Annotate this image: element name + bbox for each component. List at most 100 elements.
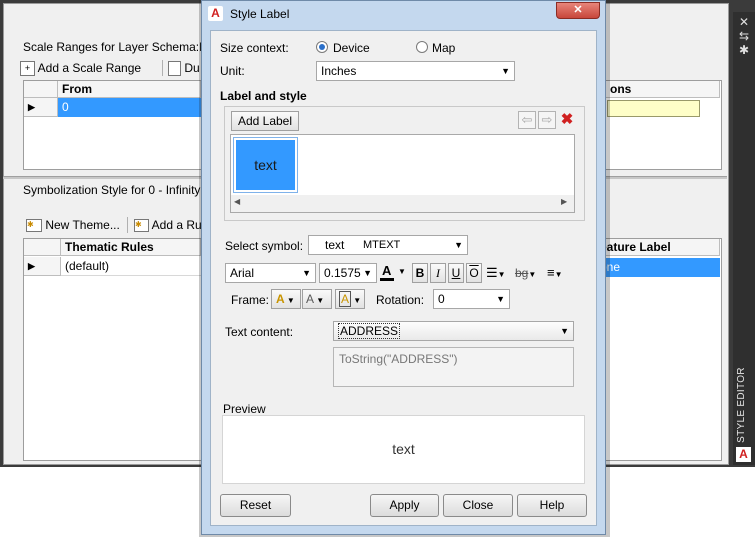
chevron-down-icon: ▼ <box>497 270 506 279</box>
align-button[interactable]: ☰▼ <box>486 263 512 283</box>
scroll-left-icon[interactable]: ◀ <box>234 197 240 206</box>
duplicate-label: Du <box>184 61 200 75</box>
italic-button[interactable]: I <box>430 263 446 283</box>
map-radio-label[interactable]: Map <box>432 41 455 55</box>
preview-area: text <box>222 415 585 484</box>
sidebar-close-icon[interactable]: ✕ <box>733 15 755 29</box>
scroll-right-icon[interactable]: ▶ <box>561 197 567 206</box>
text-content-label: Text content: <box>225 325 294 339</box>
device-radio-label[interactable]: Device <box>333 41 370 55</box>
duplicate-button[interactable]: Du <box>168 58 200 78</box>
text-color-swatch <box>380 278 394 281</box>
chevron-down-icon: ▼ <box>302 268 311 278</box>
font-size-select[interactable]: 0.1575 ▼ <box>319 263 377 283</box>
preview-label: Preview <box>223 402 266 416</box>
frame-border-icon: A <box>339 291 352 307</box>
add-rule-icon: ✱ <box>134 219 149 233</box>
add-label-button[interactable]: Add Label <box>231 111 299 131</box>
apply-button[interactable]: Apply <box>370 494 439 517</box>
dialog-close-button[interactable]: ✕ <box>556 2 600 19</box>
chevron-down-icon: ▼ <box>501 66 510 76</box>
col-from-header[interactable]: From <box>58 81 201 98</box>
chevron-down-icon: ▼ <box>560 326 569 336</box>
chevron-down-icon: ▼ <box>398 267 406 276</box>
rotation-select[interactable]: 0 ▼ <box>433 289 510 309</box>
new-theme-label: New Theme... <box>45 218 120 232</box>
sidebar-title: STYLE EDITOR <box>736 367 747 443</box>
rules-row-header-corner <box>24 239 61 256</box>
chevron-down-icon: ▼ <box>496 294 505 304</box>
frame-halo-icon: A <box>306 292 315 306</box>
frame-border-button[interactable]: A ▼ <box>335 289 365 309</box>
chevron-down-icon: ▼ <box>363 268 372 278</box>
label-and-style-title: Label and style <box>220 89 307 103</box>
table-row-default-rule[interactable]: (default) <box>61 257 201 276</box>
app-logo-icon[interactable]: A <box>208 6 223 21</box>
scale-ranges-title: Scale Ranges for Layer Schema:Pa <box>23 40 214 54</box>
table-row-from-value[interactable]: 0 <box>58 98 201 117</box>
toolbar-separator-2 <box>127 217 128 233</box>
toolbar-separator <box>162 60 163 76</box>
row-selector-arrow[interactable]: ▶ <box>24 98 58 117</box>
options-cell[interactable] <box>607 100 700 117</box>
sidebar-autohide-icon[interactable]: ⇆ <box>733 29 755 43</box>
frame-label: Frame: <box>231 293 270 307</box>
add-scale-range-icon: + <box>20 61 35 77</box>
symbol-select[interactable]: text MTEXT ▼ <box>308 235 468 255</box>
rotation-label: Rotation: <box>376 293 425 307</box>
duplicate-icon <box>168 61 181 77</box>
unit-label: Unit: <box>220 64 245 78</box>
symbolization-title: Symbolization Style for 0 - Infinity <box>23 183 201 197</box>
delete-label-icon[interactable]: ✖ <box>558 111 576 129</box>
chevron-down-icon: ▼ <box>454 240 463 250</box>
expression-field[interactable]: ToString("ADDRESS") <box>333 347 574 387</box>
text-color-button[interactable]: A ▼ <box>380 263 408 283</box>
symbol-type: MTEXT <box>363 239 401 251</box>
rotation-value: 0 <box>438 292 445 306</box>
line-spacing-button[interactable]: ≡▼ <box>547 263 573 283</box>
chevron-down-icon: ▼ <box>528 270 537 279</box>
font-select[interactable]: Arial ▼ <box>225 263 316 283</box>
feature-label-cell[interactable]: one <box>596 258 720 277</box>
line-spacing-icon: ≡ <box>547 265 555 280</box>
text-color-icon: A <box>382 263 392 278</box>
add-rule-label: Add a Ru <box>151 218 202 232</box>
help-button[interactable]: Help <box>517 494 587 517</box>
row-header-corner <box>24 81 58 98</box>
close-icon: ✕ <box>573 4 583 16</box>
frame-halo-button[interactable]: A ▼ <box>302 289 332 309</box>
map-radio[interactable] <box>416 41 428 53</box>
chevron-down-icon: ▼ <box>284 296 295 305</box>
col-options-header[interactable]: ons <box>606 81 720 98</box>
close-button[interactable]: Close <box>443 494 513 517</box>
new-theme-button[interactable]: ✱ New Theme... <box>26 215 120 235</box>
underline-button[interactable]: U <box>448 263 464 283</box>
align-icon: ☰ <box>486 265 498 280</box>
chevron-down-icon: ▼ <box>554 270 563 279</box>
col-thematic-rules-header[interactable]: Thematic Rules <box>61 239 201 256</box>
new-theme-icon: ✱ <box>26 219 42 233</box>
label-list-hscrollbar[interactable] <box>231 195 574 212</box>
add-scale-range-button[interactable]: + Add a Scale Range <box>20 58 141 78</box>
move-right-icon[interactable]: ⇨ <box>538 111 556 129</box>
add-rule-button[interactable]: ✱ Add a Ru <box>134 215 202 235</box>
size-context-label: Size context: <box>220 41 289 55</box>
frame-text-color-button[interactable]: A ▼ <box>271 289 301 309</box>
label-tile[interactable]: text <box>236 140 295 190</box>
autocad-logo-icon[interactable]: A <box>736 447 751 462</box>
device-radio[interactable] <box>316 41 328 53</box>
background-color-button[interactable]: bg▼ <box>515 263 545 283</box>
background-color-icon: bg <box>515 266 529 280</box>
sidebar-settings-icon[interactable]: ✱ <box>733 43 755 57</box>
col-feature-label-header[interactable]: eature Label <box>596 239 720 256</box>
reset-button[interactable]: Reset <box>220 494 291 517</box>
symbol-preview: text <box>325 238 345 252</box>
bold-button[interactable]: B <box>412 263 428 283</box>
move-left-icon[interactable]: ⇦ <box>518 111 536 129</box>
overline-button[interactable]: O <box>466 263 482 283</box>
frame-text-color-icon: A <box>276 292 285 306</box>
sidebar-title-wrap: STYLE EDITOR <box>732 365 755 445</box>
unit-select[interactable]: Inches ▼ <box>316 61 515 81</box>
rules-row-selector-arrow[interactable]: ▶ <box>24 257 61 276</box>
text-content-select[interactable]: ADDRESS ▼ <box>333 321 574 341</box>
